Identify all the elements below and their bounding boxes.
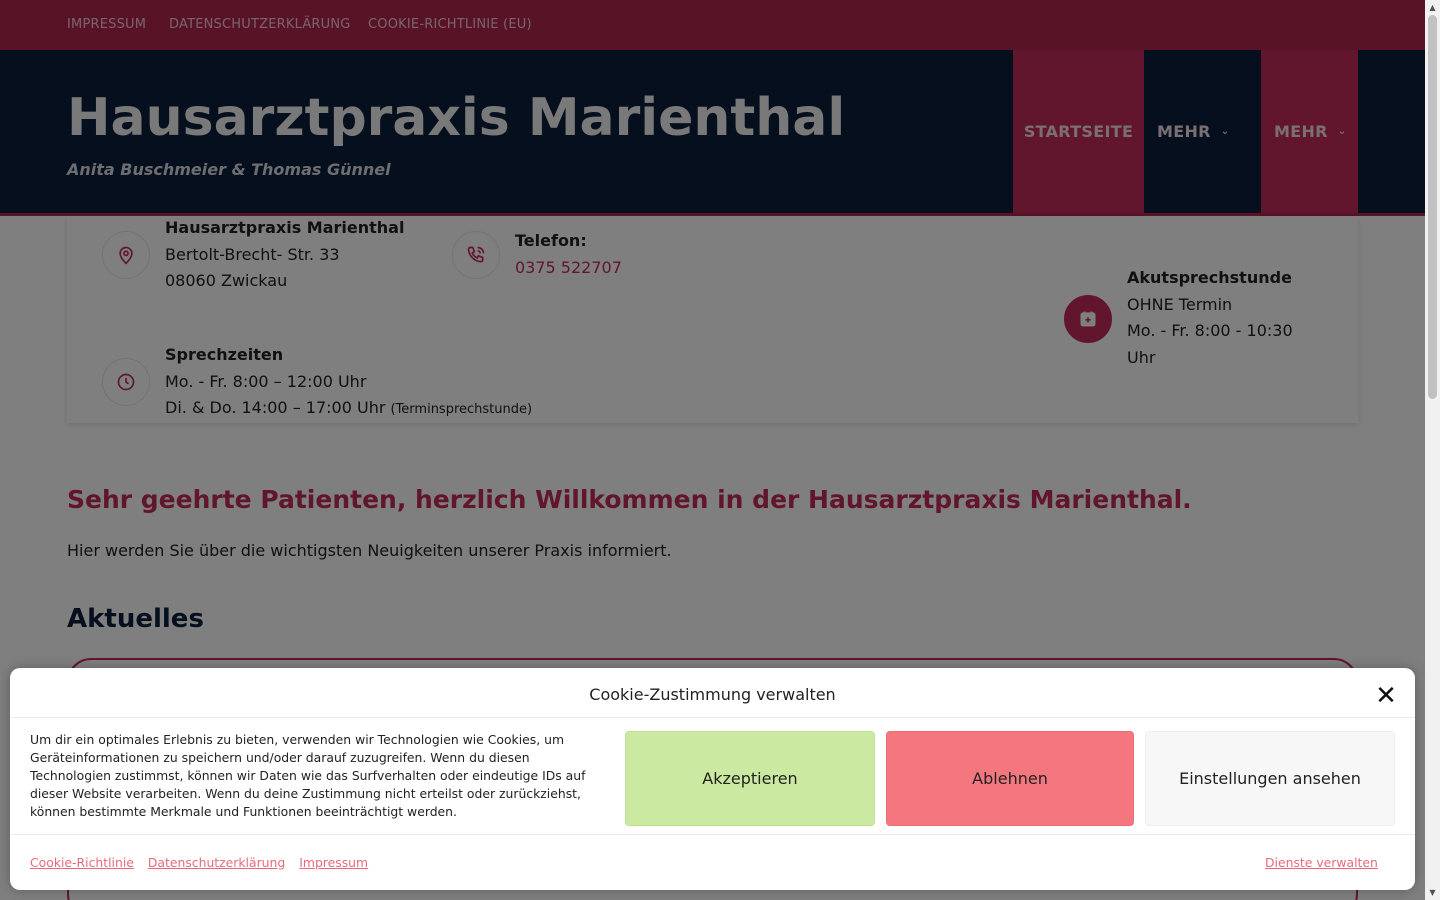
cookie-divider: [10, 717, 1415, 718]
scroll-up-icon[interactable]: ▲: [1425, 0, 1440, 15]
cookie-link-richtlinie[interactable]: Cookie-Richtlinie: [30, 855, 134, 870]
cookie-consent-banner: Cookie-Zustimmung verwalten ✕ Um dir ein…: [10, 668, 1415, 890]
cookie-footer-links: Cookie-Richtlinie Datenschutzerklärung I…: [30, 855, 378, 870]
manage-services-link[interactable]: Dienste verwalten: [1265, 855, 1378, 870]
cookie-link-datenschutz[interactable]: Datenschutzerklärung: [148, 855, 285, 870]
page-scrollbar[interactable]: ▲ ▼: [1425, 0, 1440, 900]
accept-button[interactable]: Akzeptieren: [625, 731, 875, 826]
cookie-link-impressum[interactable]: Impressum: [299, 855, 368, 870]
view-settings-button[interactable]: Einstellungen ansehen: [1145, 731, 1395, 826]
cookie-divider: [10, 834, 1415, 835]
cookie-title: Cookie-Zustimmung verwalten: [589, 685, 836, 704]
scroll-down-icon[interactable]: ▼: [1425, 885, 1440, 900]
deny-button[interactable]: Ablehnen: [886, 731, 1134, 826]
cookie-message: Um dir ein optimales Erlebnis zu bieten,…: [30, 732, 586, 819]
scrollbar-thumb[interactable]: [1428, 15, 1437, 399]
close-icon[interactable]: ✕: [1372, 681, 1400, 711]
